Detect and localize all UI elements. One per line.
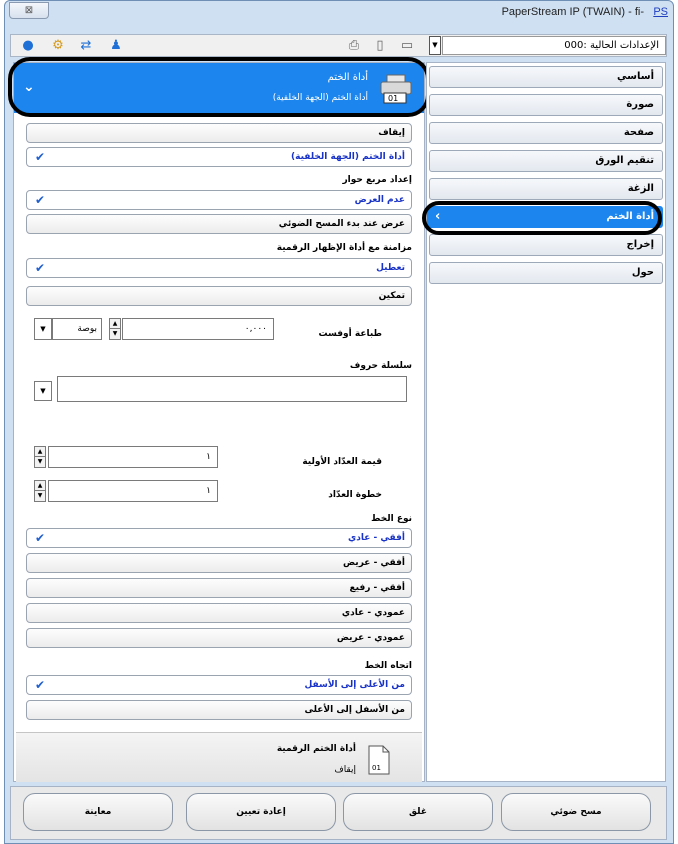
sync-option-enable[interactable]: تمكين [26,286,412,306]
counter-step-label: خطوة العدّاد [328,490,382,500]
bottom-bar: معاينة إعادة تعيين غلق مسح ضوئي [10,786,667,840]
mode-option-back[interactable]: ✔ أداة الختم (الجهة الخلفية) [26,147,412,167]
font-option-v-normal[interactable]: عمودي - عادي [26,603,412,623]
mode-option-back-label: أداة الختم (الجهة الخلفية) [291,152,405,162]
reset-button[interactable]: إعادة تعيين [186,793,336,831]
nav-item-about[interactable]: حول [429,262,663,284]
preview-option-hide[interactable]: ✔ عدم العرض [26,190,412,210]
check-icon: ✔ [35,678,46,692]
toolbar: ● ⚙ ⇄ ♟ ⎙ ▯ ▭ ▼ 000: الإعدادات الحالية [10,34,667,57]
counter-initial-spinner[interactable]: ▲ ▼ [34,446,46,468]
window-title: PaperStream IP (TWAIN) - fi- [501,6,644,18]
digital-endorser-status: إيقاف [334,765,356,775]
font-option-h-normal[interactable]: ✔ أفقي - عادي [26,528,412,548]
nav-item-basic[interactable]: أساسي [429,66,663,88]
nav-item-output[interactable]: إخراج [429,234,663,256]
sync-option-disable-label: تعطيل [376,263,405,273]
direction-option-bottom-top[interactable]: من الأسفل إلى الأعلى [26,700,412,720]
ps-link[interactable]: PS [653,6,668,18]
counter-step-spinner[interactable]: ▲ ▼ [34,480,46,502]
document-icon-code: 01 [372,764,381,772]
char-string-dropdown-arrow[interactable]: ▼ [34,381,52,401]
nav-panel: أساسي صورة صفحة تنقيم الورق الزغة ‹ أداة… [422,62,666,782]
font-option-h-bold[interactable]: أفقي - عريض [26,553,412,573]
counter-step-input[interactable]: ١ [48,480,218,502]
nav-item-image[interactable]: صورة [429,94,663,116]
preview-option-hide-label: عدم العرض [354,195,405,205]
direction-option-top-bottom[interactable]: ✔ من الأعلى إلى الأسفل [26,675,412,695]
nav-item-paper-cleanup[interactable]: تنقيم الورق [429,150,663,172]
check-icon: ✔ [35,531,46,545]
check-icon: ✔ [35,261,46,275]
preview-button[interactable]: معاينة [23,793,173,831]
digital-endorser-title: أداة الختم الرقمية [276,744,356,754]
current-settings-select[interactable]: 000: الإعدادات الحالية [442,36,666,55]
font-option-h-normal-label: أفقي - عادي [348,533,405,543]
char-string-input[interactable] [57,376,407,402]
char-string-label: سلسلة حروف [349,361,412,371]
import-icon[interactable]: ⎙ [345,37,363,55]
settings-panel: ⌄ أداة الختم أداة الختم (الجهة الخلفية) … [8,57,430,782]
font-option-v-bold[interactable]: عمودي - عريض [26,628,412,648]
sync-label: مزامنة مع أداة الإظهار الرقمية [276,243,412,253]
offset-label: طباعة أوفست [318,329,382,339]
counter-initial-label: قيمة العدّاد الأولية [302,457,382,467]
highlight-ring-nav [422,201,662,235]
preview-frame-label: إعداد مربع حوار [342,175,413,185]
document-icon: 01 [368,745,390,775]
scan-button[interactable]: مسح ضوئي [501,793,651,831]
offset-spinner[interactable]: ▲ ▼ [109,318,121,340]
font-type-label: نوع الخط [371,514,412,524]
delete-icon[interactable]: ▯ [371,37,389,55]
close-button[interactable]: ⊠ [9,2,49,19]
swap-icon[interactable]: ⇄ [77,37,95,55]
font-option-h-narrow[interactable]: أفقي - رفيع [26,578,412,598]
user-icon[interactable]: ♟ [107,37,125,55]
preview-option-show[interactable]: عرض عند بدء المسح الضوئي [26,214,412,234]
highlight-ring-header [8,57,430,117]
direction-label: اتجاه الخط [364,661,412,671]
save-icon[interactable]: ▭ [398,37,416,55]
offset-input[interactable]: ٠,٠٠٠ [122,318,274,340]
unit-dropdown-arrow[interactable]: ▼ [34,318,52,340]
check-icon: ✔ [35,193,46,207]
check-icon: ✔ [35,150,46,164]
info-icon[interactable]: ● [19,37,37,55]
close-dialog-button[interactable]: غلق [343,793,493,831]
digital-endorser-box[interactable]: أداة الختم الرقمية إيقاف 01 [16,732,422,782]
sync-option-disable[interactable]: ✔ تعطيل [26,258,412,278]
direction-option-top-bottom-label: من الأعلى إلى الأسفل [304,680,405,690]
settings-dropdown-arrow[interactable]: ▼ [429,36,441,55]
mode-option-off[interactable]: إيقاف [26,123,412,143]
counter-initial-input[interactable]: ١ [48,446,218,468]
nav-item-feed[interactable]: الزغة [429,178,663,200]
gear-icon[interactable]: ⚙ [49,37,67,55]
nav-item-page[interactable]: صفحة [429,122,663,144]
offset-unit-select[interactable]: بوصة [52,318,102,340]
